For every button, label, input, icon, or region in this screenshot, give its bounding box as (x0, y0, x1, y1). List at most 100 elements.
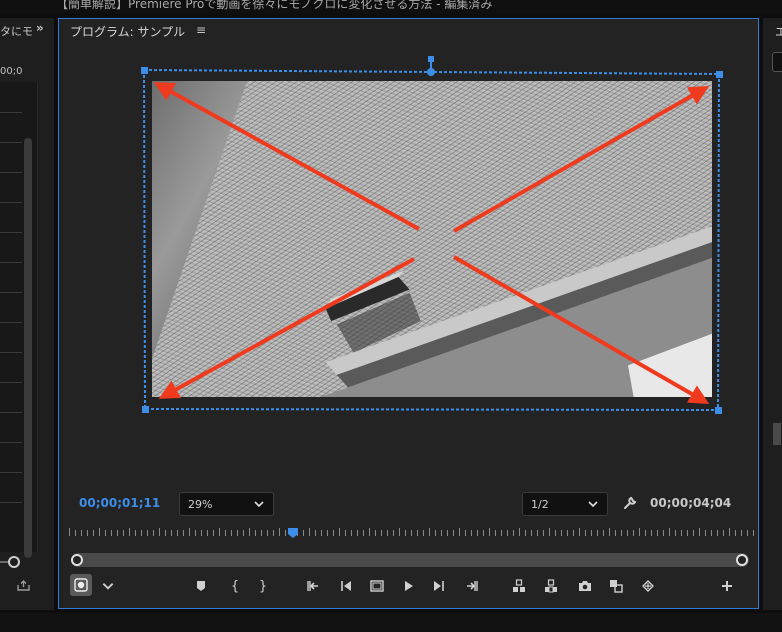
lift-button[interactable] (510, 577, 528, 595)
ruler-tick (147, 530, 148, 536)
ruler-tick (687, 530, 688, 536)
current-timecode[interactable]: 00;00;01;11 (79, 496, 160, 510)
double-chevron-right-icon[interactable]: » (36, 21, 44, 35)
left-panel-title[interactable]: タにモ (0, 23, 33, 39)
go-to-in-icon (307, 581, 318, 591)
ruler-tick (507, 530, 508, 536)
ruler-tick (549, 528, 550, 536)
ruler-tick (345, 530, 346, 536)
playhead[interactable] (287, 527, 299, 539)
ruler-tick (525, 530, 526, 536)
go-to-out-button[interactable] (463, 577, 481, 595)
chevron-down-icon (102, 583, 114, 590)
ruler-tick (129, 528, 130, 536)
mark-in-button[interactable]: { (226, 577, 244, 595)
ruler-tick (573, 530, 574, 536)
duration-timecode: 00;00;04;04 (650, 496, 732, 510)
settings-dropdown-button[interactable] (99, 577, 117, 595)
ruler-tick (267, 530, 268, 536)
window-title-bar: 【簡単解説】Premiere Proで動画を徐々にモノクロに変化させる方法 - … (0, 0, 782, 14)
wrench-icon[interactable] (622, 496, 637, 511)
zoom-level-dropdown[interactable]: 29% (179, 492, 274, 516)
export-frame-button[interactable] (576, 577, 594, 595)
ruler-tick (729, 528, 730, 536)
ruler-tick (741, 530, 742, 536)
zoom-scrollbar-right-handle[interactable] (736, 554, 748, 566)
ruler-tick (435, 530, 436, 536)
ruler-tick (723, 530, 724, 536)
zoom-scrollbar[interactable] (71, 553, 749, 567)
program-monitor-title[interactable]: プログラム: サンプル (70, 23, 185, 40)
ruler-tick (753, 530, 754, 536)
extract-button[interactable] (542, 577, 560, 595)
ruler-tick (651, 530, 652, 536)
ruler-tick (69, 528, 70, 536)
right-panel-field[interactable] (772, 52, 782, 72)
settings-button[interactable] (70, 574, 92, 596)
playback-resolution-dropdown[interactable]: 1/2 (522, 492, 608, 516)
ruler-tick (363, 530, 364, 536)
ruler-tick (225, 530, 226, 536)
ruler-tick (531, 530, 532, 536)
ruler-tick (447, 530, 448, 536)
anchor-handle (428, 56, 434, 62)
left-panel-timecode: 00;0 (0, 66, 23, 77)
ruler-tick (603, 530, 604, 536)
step-forward-button[interactable] (430, 577, 448, 595)
ruler-tick (471, 530, 472, 536)
left-panel-scrollbar[interactable] (24, 138, 32, 558)
ruler-tick (285, 530, 286, 536)
ruler-tick (171, 530, 172, 536)
left-panel-zoom-handle[interactable] (8, 556, 20, 568)
ruler-tick (417, 530, 418, 536)
proxy-toggle-button[interactable] (639, 577, 657, 595)
plus-icon (722, 581, 732, 591)
ruler-tick (303, 530, 304, 536)
zoom-scrollbar-left-handle[interactable] (71, 554, 83, 566)
button-editor-button[interactable] (718, 577, 736, 595)
export-icon[interactable] (17, 580, 30, 591)
step-forward-icon (434, 581, 444, 591)
left-panel-zoom-track (0, 561, 8, 563)
step-back-icon (341, 581, 351, 591)
time-ruler[interactable] (69, 526, 754, 538)
ruler-tick (633, 530, 634, 536)
add-marker-button[interactable] (192, 577, 210, 595)
ruler-tick (105, 530, 106, 536)
zoom-level-value: 29% (188, 498, 213, 511)
ruler-tick (495, 530, 496, 536)
comparison-view-button[interactable] (607, 577, 625, 595)
right-panel-scrollbar[interactable] (773, 423, 781, 445)
safe-margins-icon (370, 580, 384, 592)
right-panel-title[interactable]: エ (775, 23, 782, 40)
ruler-tick (387, 530, 388, 536)
ruler-tick (747, 530, 748, 536)
ruler-tick (429, 528, 430, 536)
go-to-in-button[interactable] (304, 577, 322, 595)
ruler-tick (711, 530, 712, 536)
mark-out-button[interactable]: } (254, 577, 272, 595)
record-icon (74, 578, 88, 592)
top-center-handle (427, 68, 435, 76)
step-back-button[interactable] (337, 577, 355, 595)
ruler-tick (81, 530, 82, 536)
ruler-tick (189, 528, 190, 536)
ruler-tick (237, 530, 238, 536)
ruler-tick (135, 530, 136, 536)
ruler-tick (705, 530, 706, 536)
ruler-tick (501, 530, 502, 536)
ruler-tick (393, 530, 394, 536)
ruler-tick (519, 528, 520, 536)
ruler-tick (87, 530, 88, 536)
hamburger-menu-icon[interactable]: ≡ (196, 23, 206, 37)
safe-margins-button[interactable] (368, 577, 386, 595)
play-button[interactable] (399, 577, 417, 595)
ruler-tick (165, 530, 166, 536)
ruler-tick (717, 530, 718, 536)
ruler-tick (423, 530, 424, 536)
ruler-tick (621, 530, 622, 536)
ruler-tick (615, 530, 616, 536)
ruler-tick (561, 530, 562, 536)
ruler-tick (483, 530, 484, 536)
ruler-tick (207, 530, 208, 536)
